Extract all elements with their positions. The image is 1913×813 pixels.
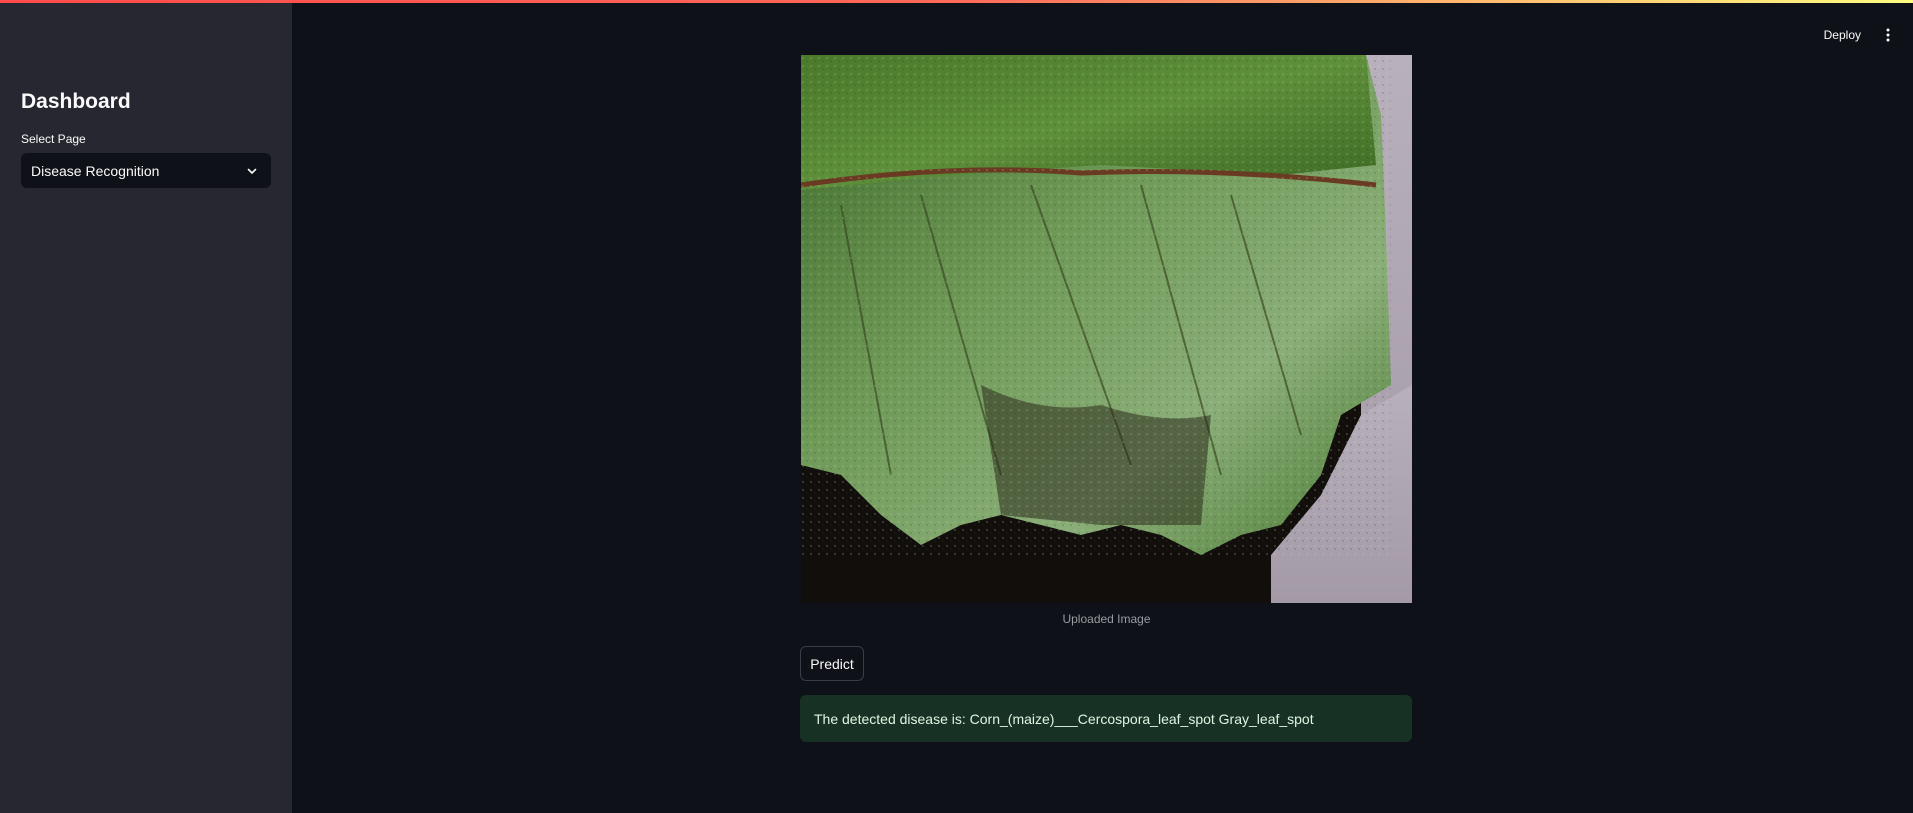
- select-page-value: Disease Recognition: [31, 162, 160, 179]
- more-vert-icon[interactable]: [1877, 22, 1899, 48]
- header-actions: Deploy: [1816, 22, 1913, 48]
- result-success-alert: The detected disease is: Corn_(maize)___…: [800, 695, 1412, 742]
- top-decoration-bar: [0, 0, 1913, 3]
- uploaded-leaf-image: [801, 55, 1412, 603]
- image-caption: Uploaded Image: [1062, 612, 1151, 626]
- predict-button[interactable]: Predict: [800, 646, 864, 681]
- chevron-down-icon: [245, 164, 259, 178]
- sidebar: Dashboard Select Page Disease Recognitio…: [0, 0, 292, 813]
- select-page-label: Select Page: [21, 132, 86, 146]
- result-text: The detected disease is: Corn_(maize)___…: [814, 710, 1314, 727]
- deploy-button[interactable]: Deploy: [1816, 24, 1869, 46]
- sidebar-title: Dashboard: [21, 90, 131, 113]
- select-page-dropdown[interactable]: Disease Recognition: [21, 153, 271, 188]
